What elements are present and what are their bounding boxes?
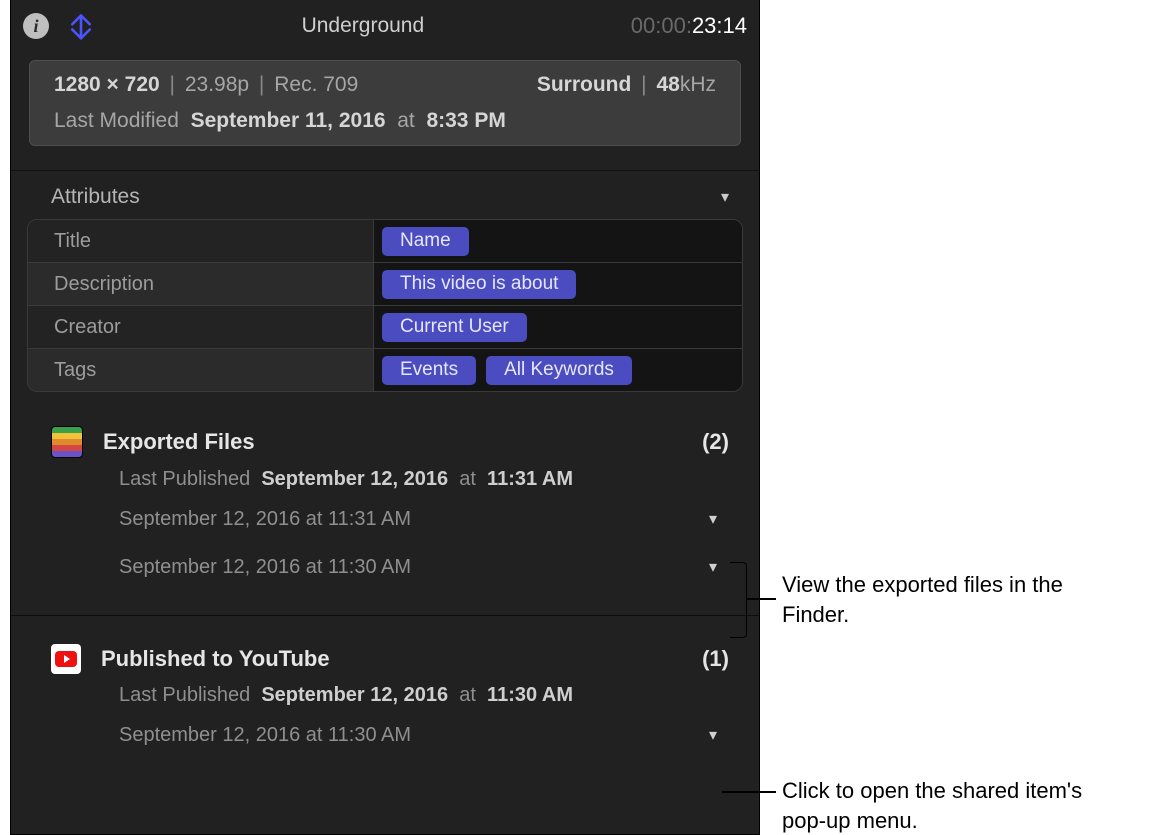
last-modified-time: 8:33 PM xyxy=(426,109,505,132)
attributes-header[interactable]: Attributes ▾ xyxy=(11,171,759,219)
clip-summary: 1280 × 720 | 23.98p | Rec. 709 Surround … xyxy=(29,60,741,146)
timecode-value: 23:14 xyxy=(692,13,747,38)
summary-sample-rate: 48 xyxy=(656,73,679,96)
summary-framerate: 23.98p xyxy=(185,73,249,96)
attributes-grid: Title Name Description This video is abo… xyxy=(27,219,743,392)
chevron-down-icon: ▾ xyxy=(721,187,729,207)
chevron-down-icon[interactable]: ▾ xyxy=(703,553,723,581)
callout-bracket-exported xyxy=(730,562,747,638)
attr-label-tags: Tags xyxy=(28,349,373,391)
attr-row-creator: Creator Current User xyxy=(28,305,742,348)
attr-label-creator: Creator xyxy=(28,306,373,348)
token-creator[interactable]: Current User xyxy=(382,313,527,342)
exported-lp-date: September 12, 2016 xyxy=(261,468,448,490)
attr-row-title: Title Name xyxy=(28,220,742,262)
project-title: Underground xyxy=(95,14,631,38)
attr-value-title[interactable]: Name xyxy=(373,220,742,262)
divider xyxy=(11,615,759,616)
token-name[interactable]: Name xyxy=(382,227,469,256)
attr-row-description: Description This video is about xyxy=(28,262,742,305)
attr-label-description: Description xyxy=(28,263,373,305)
exported-group-count: (2) xyxy=(702,429,729,455)
last-modified-label: Last Modified xyxy=(54,109,179,132)
summary-format-row: 1280 × 720 | 23.98p | Rec. 709 Surround … xyxy=(30,67,740,103)
exported-group-name: Exported Files xyxy=(103,429,702,455)
share-group-header-youtube: Published to YouTube (1) xyxy=(51,644,729,674)
callout-popup-text: Click to open the shared item's pop-up m… xyxy=(782,776,1122,835)
youtube-lp-at: at xyxy=(459,684,476,706)
share-group-header-exported: Exported Files (2) xyxy=(51,426,729,458)
callout-leader-exported xyxy=(746,598,776,600)
youtube-lp-time: 11:30 AM xyxy=(487,684,573,706)
share-group-youtube: Published to YouTube (1) Last Published … xyxy=(11,632,759,767)
exported-files-icon xyxy=(51,426,83,458)
exported-lp-time: 11:31 AM xyxy=(487,468,573,490)
attr-value-tags[interactable]: Events All Keywords xyxy=(373,349,742,391)
exported-entry-0-text: September 12, 2016 at 11:31 AM xyxy=(119,508,411,531)
share-inspector-panel: i Underground 00:00:23:14 1280 × 720 | 2… xyxy=(10,0,760,835)
exported-lp-prefix: Last Published xyxy=(119,468,250,490)
summary-sample-unit: kHz xyxy=(680,73,716,96)
attr-label-title: Title xyxy=(28,220,373,262)
youtube-group-name: Published to YouTube xyxy=(101,646,702,672)
share-group-exported: Exported Files (2) Last Published Septem… xyxy=(11,414,759,599)
attr-value-description[interactable]: This video is about xyxy=(373,263,742,305)
callout-leader-popup xyxy=(722,791,776,793)
exported-entry-0[interactable]: September 12, 2016 at 11:31 AM ▾ xyxy=(51,495,729,543)
youtube-lp-date: September 12, 2016 xyxy=(261,684,448,706)
info-icon[interactable]: i xyxy=(23,13,49,39)
token-all-keywords[interactable]: All Keywords xyxy=(486,356,632,385)
youtube-last-published: Last Published September 12, 2016 at 11:… xyxy=(51,674,729,711)
summary-video-format: 1280 × 720 | 23.98p | Rec. 709 xyxy=(54,73,358,97)
chevron-down-icon[interactable]: ▾ xyxy=(703,721,723,749)
project-timecode: 00:00:23:14 xyxy=(631,13,747,39)
inspector-topbar: i Underground 00:00:23:14 xyxy=(11,0,759,52)
youtube-lp-prefix: Last Published xyxy=(119,684,250,706)
youtube-icon xyxy=(51,644,81,674)
attributes-header-label: Attributes xyxy=(51,185,140,209)
attr-value-creator[interactable]: Current User xyxy=(373,306,742,348)
youtube-group-count: (1) xyxy=(702,646,729,672)
token-description[interactable]: This video is about xyxy=(382,270,576,299)
token-events[interactable]: Events xyxy=(382,356,476,385)
summary-audio-channels: Surround xyxy=(537,73,632,96)
youtube-entry-0[interactable]: September 12, 2016 at 11:30 AM ▾ xyxy=(51,711,729,759)
share-icon[interactable] xyxy=(67,12,95,40)
exported-lp-at: at xyxy=(459,468,476,490)
callout-exported-text: View the exported files in the Finder. xyxy=(782,570,1102,629)
summary-resolution: 1280 × 720 xyxy=(54,73,160,96)
summary-colorspace: Rec. 709 xyxy=(274,73,358,96)
chevron-down-icon[interactable]: ▾ xyxy=(703,505,723,533)
exported-entry-1-text: September 12, 2016 at 11:30 AM xyxy=(119,556,411,579)
timecode-faded: 00:00: xyxy=(631,13,692,38)
attr-row-tags: Tags Events All Keywords xyxy=(28,348,742,391)
last-modified-at: at xyxy=(397,109,415,132)
summary-audio-format: Surround | 48kHz xyxy=(537,73,716,97)
exported-last-published: Last Published September 12, 2016 at 11:… xyxy=(51,458,729,495)
summary-modified-row: Last Modified September 11, 2016 at 8:33… xyxy=(30,103,740,139)
exported-entry-1[interactable]: September 12, 2016 at 11:30 AM ▾ xyxy=(51,543,729,591)
youtube-entry-0-text: September 12, 2016 at 11:30 AM xyxy=(119,724,411,747)
last-modified-date: September 11, 2016 xyxy=(191,109,386,132)
